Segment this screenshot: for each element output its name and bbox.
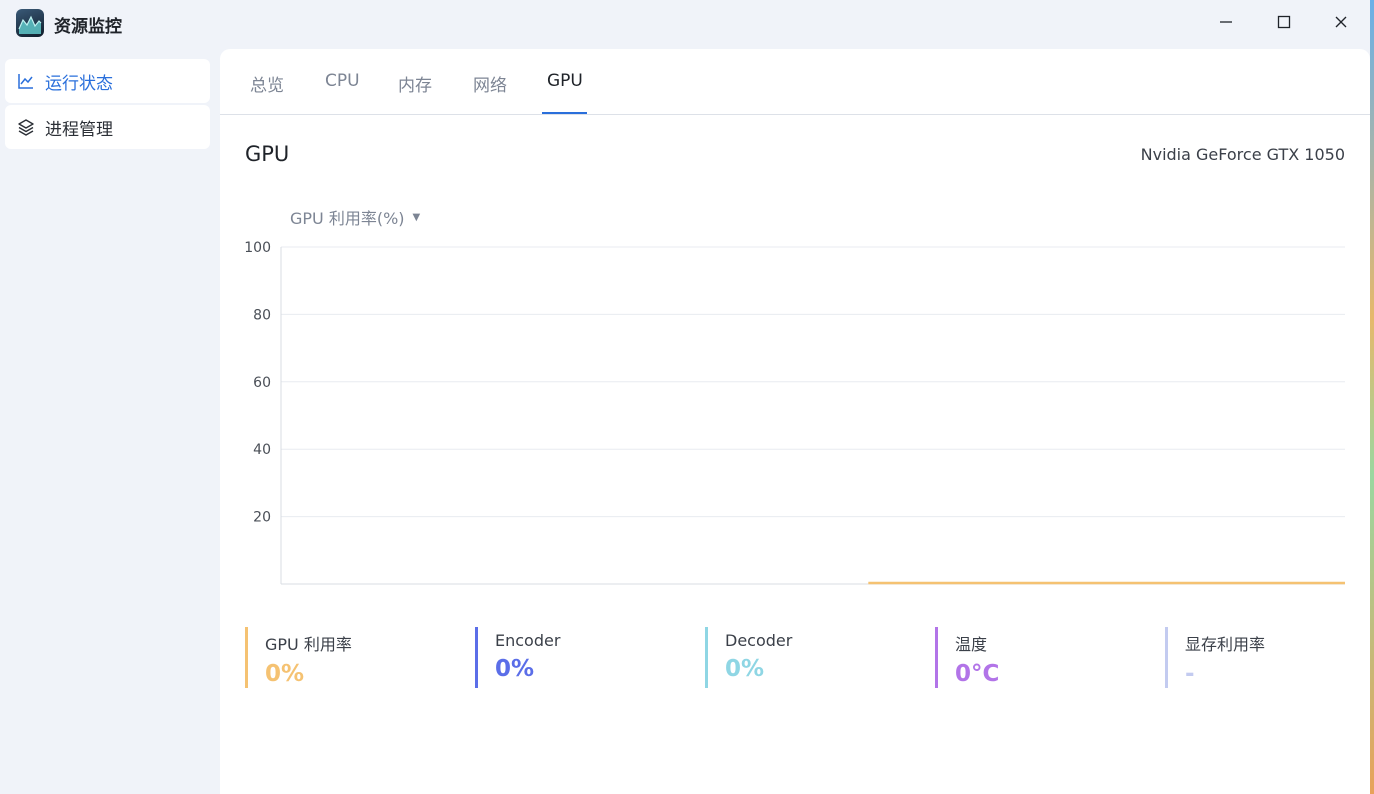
stat-label: Encoder (495, 631, 561, 650)
tab-gpu[interactable]: GPU (547, 71, 583, 115)
y-tick-label: 40 (253, 442, 271, 458)
y-tick-label: 100 (244, 240, 271, 256)
maximize-icon (1277, 15, 1291, 29)
stat-temperature: 温度 0°C (935, 627, 1135, 688)
main-panel: 总览 CPU 内存 网络 GPU GPU Nvidia GeForce GTX … (220, 49, 1370, 794)
gpu-device-name: Nvidia GeForce GTX 1050 (1140, 145, 1345, 164)
app-title: 资源监控 (54, 17, 122, 37)
stat-label: GPU 利用率 (265, 635, 352, 654)
active-tab-indicator (542, 112, 587, 114)
tab-overview[interactable]: 总览 (250, 71, 284, 115)
sidebar-item-label: 运行状态 (45, 73, 113, 94)
sidebar-item-running-status[interactable]: 运行状态 (5, 59, 210, 103)
sidebar-item-label: 进程管理 (45, 119, 113, 140)
close-button[interactable] (1325, 8, 1357, 36)
stat-value: 0°C (955, 661, 1000, 687)
stat-value: - (1185, 661, 1195, 687)
stat-label: 显存利用率 (1185, 635, 1266, 654)
stat-value: 0% (495, 656, 535, 682)
tab-cpu[interactable]: CPU (325, 71, 360, 115)
tab-network[interactable]: 网络 (473, 71, 507, 115)
minimize-button[interactable] (1210, 8, 1242, 36)
stat-encoder: Encoder 0% (475, 627, 675, 688)
stat-value: 0% (725, 656, 765, 682)
section-title: GPU (245, 142, 290, 166)
y-tick-label: 20 (253, 510, 271, 526)
close-icon (1335, 16, 1347, 28)
gpu-usage-chart: 100 80 60 40 20 (244, 240, 1345, 585)
layers-icon (17, 118, 35, 136)
tab-bar: 总览 CPU 内存 网络 GPU (220, 49, 1370, 115)
app-logo-icon (16, 9, 44, 37)
line-chart-icon (17, 72, 35, 90)
stat-decoder: Decoder 0% (705, 627, 905, 688)
stat-label: Decoder (725, 631, 793, 650)
tab-memory[interactable]: 内存 (398, 71, 432, 115)
minimize-icon (1220, 21, 1232, 23)
title-bar: 资源监控 (0, 0, 1374, 46)
y-tick-label: 80 (253, 307, 271, 323)
metric-select-value: GPU 利用率(%) (290, 209, 405, 228)
metric-select-dropdown[interactable]: GPU 利用率(%) ▼ (290, 205, 420, 229)
y-tick-label: 60 (253, 375, 271, 391)
caret-down-icon: ▼ (412, 211, 421, 223)
stat-gpu-usage: GPU 利用率 0% (245, 627, 445, 688)
sidebar-item-process-management[interactable]: 进程管理 (5, 105, 210, 149)
window-edge (1370, 0, 1374, 794)
stat-label: 温度 (955, 635, 988, 654)
maximize-button[interactable] (1268, 8, 1300, 36)
stat-vram-usage: 显存利用率 - (1165, 627, 1365, 688)
sidebar: 运行状态 进程管理 (5, 59, 210, 151)
stat-value: 0% (265, 661, 305, 687)
